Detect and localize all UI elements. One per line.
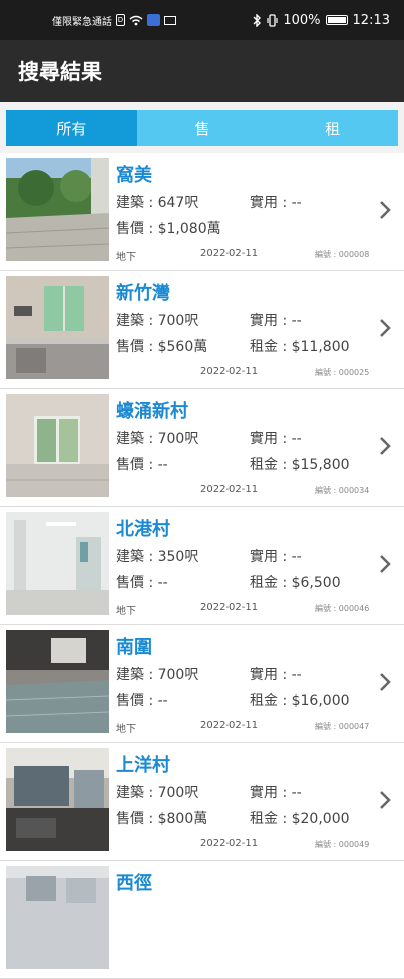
property-photo	[6, 394, 109, 497]
listing-name: 西徑	[116, 873, 152, 894]
listing-date: 2022-02-11	[200, 484, 259, 495]
rent-price: 租金 : $20,000	[250, 811, 350, 827]
rent-price: 租金 : $15,800	[250, 457, 350, 473]
floor-label: 地下	[116, 252, 136, 263]
battery-icon	[325, 15, 348, 25]
listing-item[interactable]: 新竹灣 建築 : 700呎 實用 : -- 售價 : $560萬 租金 : $1…	[0, 271, 404, 389]
chevron-right-icon[interactable]	[378, 551, 392, 577]
chevron-right-icon[interactable]	[378, 433, 392, 459]
rent-price: 租金 : $6,500	[250, 575, 341, 591]
property-photo	[6, 512, 109, 615]
bluetooth-icon	[253, 13, 262, 27]
page-title: 搜尋結果	[18, 60, 102, 84]
listing-date: 2022-02-11	[200, 366, 259, 377]
listing-name: 窩美	[116, 165, 152, 186]
listing-ref: 編號 : 000047	[315, 722, 370, 731]
listing-name: 上洋村	[116, 755, 170, 776]
listing-ref: 編號 : 000034	[315, 486, 370, 495]
clock: 12:13	[352, 12, 390, 28]
message-icon	[164, 15, 176, 25]
listing-name: 南圍	[116, 637, 152, 658]
floor-label: 地下	[116, 606, 136, 617]
chevron-right-icon[interactable]	[378, 787, 392, 813]
tab-sale[interactable]: 售	[137, 110, 268, 146]
sale-price: 售價 : --	[116, 575, 168, 591]
building-area: 建築 : 700呎	[116, 785, 199, 801]
chevron-right-icon[interactable]	[378, 669, 392, 695]
usable-area: 實用 : --	[250, 313, 302, 329]
property-photo	[6, 158, 109, 261]
property-photo	[6, 866, 109, 969]
tab-all[interactable]: 所有	[6, 110, 137, 146]
listing-ref: 編號 : 000049	[315, 840, 370, 849]
listing-date: 2022-02-11	[200, 720, 259, 731]
listing-date: 2022-02-11	[200, 248, 259, 259]
listing-ref: 編號 : 000008	[315, 250, 370, 259]
filter-tabs: 所有 售 租	[6, 110, 398, 146]
status-bar: 僅限緊急通話 D 100% 12:13	[0, 0, 404, 40]
shield-icon	[147, 14, 160, 26]
listing-item[interactable]: 北港村 建築 : 350呎 實用 : -- 售價 : -- 租金 : $6,50…	[0, 507, 404, 625]
listing-name: 新竹灣	[116, 283, 170, 304]
usable-area: 實用 : --	[250, 667, 302, 683]
listing-ref: 編號 : 000025	[315, 368, 370, 377]
chevron-right-icon[interactable]	[378, 197, 392, 223]
status-left: 僅限緊急通話 D	[52, 13, 176, 28]
building-area: 建築 : 647呎	[116, 195, 199, 211]
status-right: 100% 12:13	[253, 13, 390, 28]
chevron-right-icon[interactable]	[378, 315, 392, 341]
wifi-icon	[129, 15, 143, 26]
app-bar: 搜尋結果	[0, 40, 404, 102]
vibrate-icon	[267, 13, 278, 27]
battery-percent: 100%	[283, 12, 321, 28]
listing-item[interactable]: 西徑	[0, 861, 404, 979]
sale-price: 售價 : --	[116, 693, 168, 709]
listing-ref: 編號 : 000046	[315, 604, 370, 613]
listing-name: 北港村	[116, 519, 170, 540]
listing-date: 2022-02-11	[200, 602, 259, 613]
sale-price: 售價 : $1,080萬	[116, 221, 221, 237]
listing-item[interactable]: 南圍 建築 : 700呎 實用 : -- 售價 : -- 租金 : $16,00…	[0, 625, 404, 743]
property-photo	[6, 748, 109, 851]
listing-name: 蠔涌新村	[116, 401, 188, 422]
rent-price: 租金 : $16,000	[250, 693, 350, 709]
rent-price: 租金 : $11,800	[250, 339, 350, 355]
building-area: 建築 : 700呎	[116, 313, 199, 329]
listing-item[interactable]: 蠔涌新村 建築 : 700呎 實用 : -- 售價 : -- 租金 : $15,…	[0, 389, 404, 507]
property-photo	[6, 276, 109, 379]
building-area: 建築 : 350呎	[116, 549, 199, 565]
usable-area: 實用 : --	[250, 195, 302, 211]
floor-label: 地下	[116, 724, 136, 735]
usable-area: 實用 : --	[250, 549, 302, 565]
listing-item[interactable]: 窩美 建築 : 647呎 實用 : -- 售價 : $1,080萬 地下 202…	[0, 153, 404, 271]
sale-price: 售價 : $800萬	[116, 811, 208, 827]
sale-price: 售價 : --	[116, 457, 168, 473]
listing-date: 2022-02-11	[200, 838, 259, 849]
listing-item[interactable]: 上洋村 建築 : 700呎 實用 : -- 售價 : $800萬 租金 : $2…	[0, 743, 404, 861]
usable-area: 實用 : --	[250, 431, 302, 447]
sale-price: 售價 : $560萬	[116, 339, 208, 355]
building-area: 建築 : 700呎	[116, 667, 199, 683]
usable-area: 實用 : --	[250, 785, 302, 801]
sim-icon: D	[116, 14, 125, 26]
property-photo	[6, 630, 109, 733]
building-area: 建築 : 700呎	[116, 431, 199, 447]
carrier-text: 僅限緊急通話	[52, 16, 112, 28]
tab-rent[interactable]: 租	[267, 110, 398, 146]
listing-list: 窩美 建築 : 647呎 實用 : -- 售價 : $1,080萬 地下 202…	[0, 153, 404, 979]
